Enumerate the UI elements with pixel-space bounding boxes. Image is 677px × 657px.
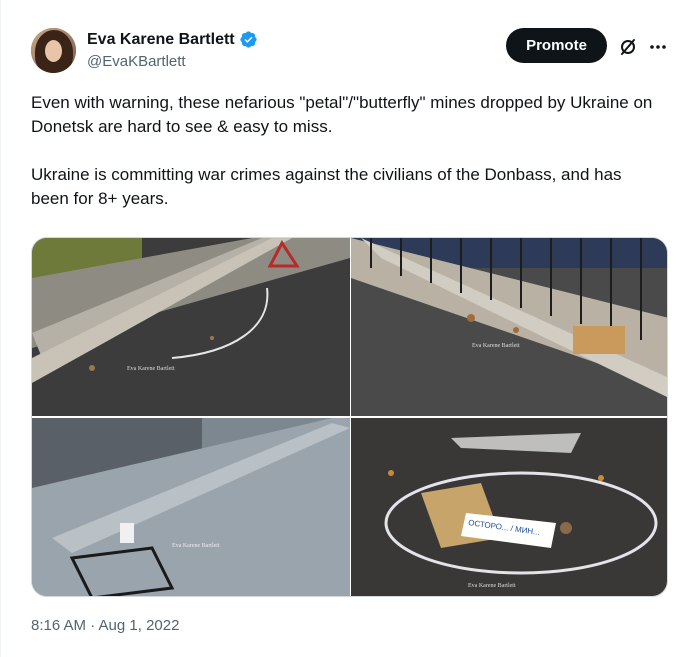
watermark: Eva Karene Bartlett — [472, 343, 520, 349]
watermark: Eva Karene Bartlett — [127, 366, 175, 372]
tweet-card: Eva Karene Bartlett @EvaKBartlett Promot… — [0, 0, 677, 657]
author-display-name[interactable]: Eva Karene Bartlett — [87, 31, 235, 49]
tweet-text: Even with warning, these nefarious "peta… — [31, 91, 661, 211]
photo-sidewalk-basket[interactable] — [32, 418, 350, 597]
more-icon[interactable] — [648, 37, 668, 57]
grok-icon[interactable] — [618, 37, 638, 57]
watermark: Eva Karene Bartlett — [172, 543, 220, 549]
promote-button[interactable]: Promote — [506, 28, 607, 63]
tweet-paragraph: Even with warning, these nefarious "peta… — [31, 93, 653, 136]
watermark: Eva Karene Bartlett — [468, 583, 516, 589]
photo-egg-carton-sign[interactable] — [351, 418, 668, 597]
tweet-paragraph: Ukraine is committing war crimes against… — [31, 165, 622, 208]
author-handle[interactable]: @EvaKBartlett — [87, 53, 186, 70]
photo-curb-chalk[interactable] — [32, 238, 350, 416]
photo-railing-box[interactable] — [351, 238, 668, 416]
author-name-row: Eva Karene Bartlett — [87, 30, 258, 49]
media-grid: Eva Karene Bartlett Eva Karene Bartlett — [31, 237, 668, 597]
avatar[interactable] — [31, 28, 76, 73]
verified-badge-icon[interactable] — [239, 30, 258, 49]
tweet-timestamp[interactable]: 8:16 AM · Aug 1, 2022 — [31, 617, 179, 634]
